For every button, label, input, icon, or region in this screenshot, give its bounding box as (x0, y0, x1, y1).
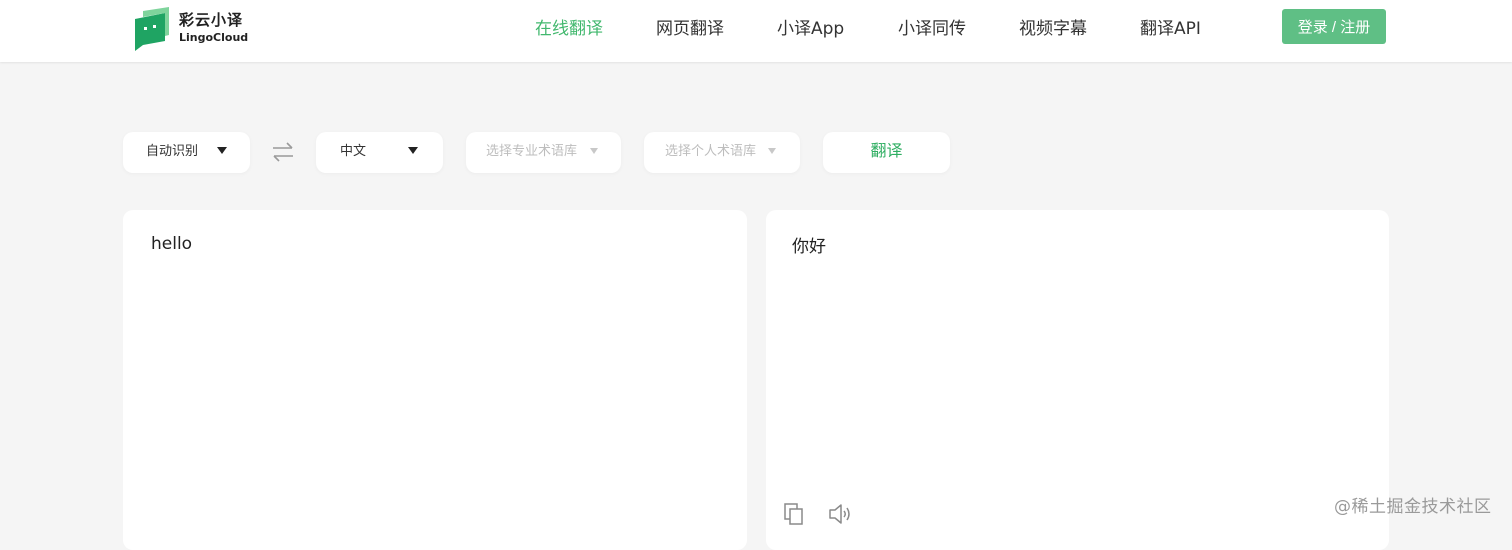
top-header: 彩云小译 LingoCloud 在线翻译 网页翻译 小译App 小译同传 视频字… (0, 0, 1512, 62)
chevron-down-icon (408, 147, 418, 154)
domain-glossary-placeholder: 选择专业术语库 (486, 144, 578, 159)
source-language-select[interactable]: 自动识别 (123, 132, 250, 173)
speaker-icon[interactable] (828, 502, 854, 526)
nav-item-web-translate[interactable]: 网页翻译 (656, 17, 724, 41)
domain-glossary-select[interactable]: 选择专业术语库 (466, 132, 621, 173)
chevron-down-icon (217, 147, 227, 154)
translate-button-label: 翻译 (870, 141, 903, 160)
source-language-label: 自动识别 (146, 144, 199, 159)
personal-glossary-select[interactable]: 选择个人术语库 (644, 132, 800, 173)
watermark: @稀土掘金技术社区 (1334, 497, 1492, 517)
chevron-down-icon (590, 148, 598, 154)
nav-item-app[interactable]: 小译App (777, 17, 844, 41)
source-text-panel[interactable]: hello (123, 210, 747, 550)
nav-item-simultaneous[interactable]: 小译同传 (898, 17, 966, 41)
translate-button[interactable]: 翻译 (823, 132, 950, 173)
source-text-input[interactable]: hello (151, 234, 192, 254)
translation-result-text: 你好 (792, 237, 826, 257)
nav-item-api[interactable]: 翻译API (1140, 17, 1201, 41)
translation-result-panel: 你好 (766, 210, 1389, 550)
target-language-select[interactable]: 中文 (316, 132, 443, 173)
chevron-down-icon (768, 148, 776, 154)
nav-item-video-subtitles[interactable]: 视频字幕 (1019, 17, 1087, 41)
swap-arrows-icon[interactable] (272, 142, 294, 162)
login-register-button[interactable]: 登录 / 注册 (1282, 9, 1386, 44)
target-language-label: 中文 (340, 144, 367, 159)
copy-icon[interactable] (783, 502, 807, 526)
nav-item-online-translate[interactable]: 在线翻译 (535, 17, 603, 41)
personal-glossary-placeholder: 选择个人术语库 (665, 144, 757, 159)
